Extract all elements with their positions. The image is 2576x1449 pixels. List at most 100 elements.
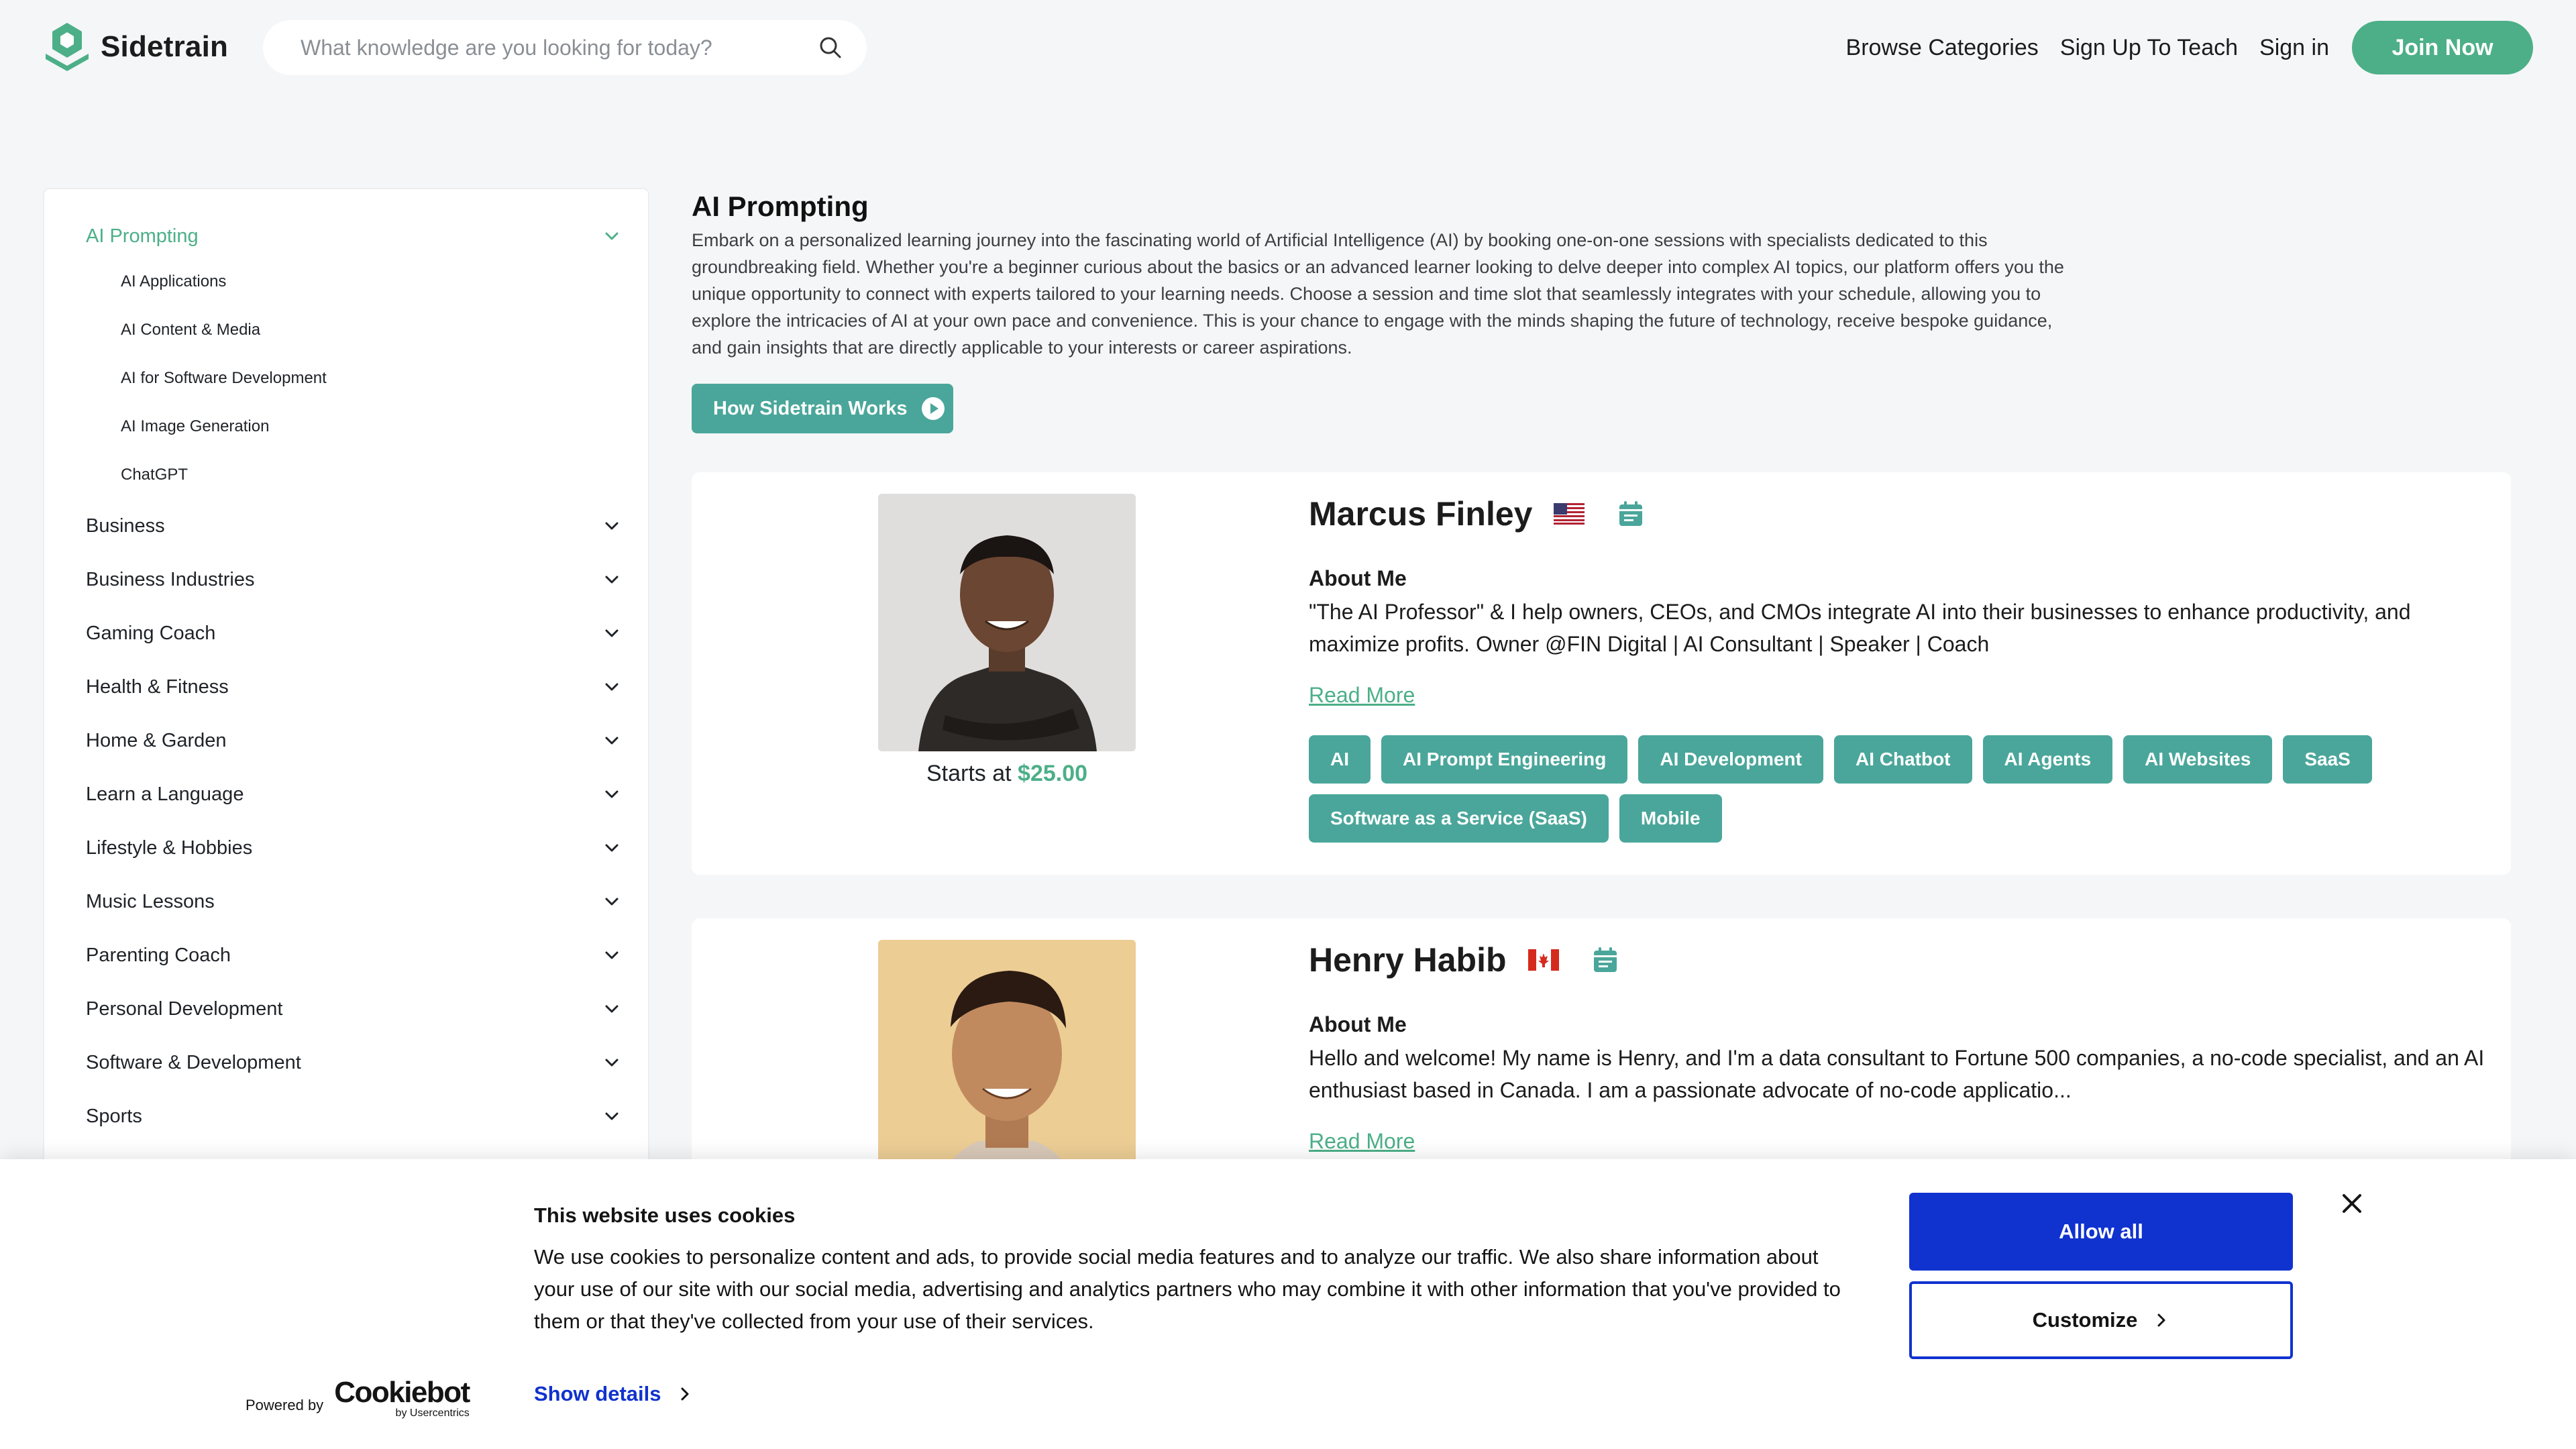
sidebar-item-business[interactable]: Business (86, 506, 621, 546)
read-more-link[interactable]: Read More (1309, 1129, 1415, 1154)
tutor-name[interactable]: Marcus Finley (1309, 494, 1532, 533)
tag-software-as-a-service[interactable]: Software as a Service (SaaS) (1309, 794, 1609, 843)
sidebar-item-home-garden[interactable]: Home & Garden (86, 720, 621, 761)
calendar-icon[interactable] (1618, 500, 1644, 527)
tag-ai[interactable]: AI (1309, 735, 1371, 784)
sidebar-item-label: Business Industries (86, 568, 255, 590)
sidebar-item-sports[interactable]: Sports (86, 1096, 621, 1136)
sidebar-item-label: Personal Development (86, 998, 283, 1020)
category-description: Embark on a personalized learning journe… (692, 230, 2064, 358)
chevron-down-icon[interactable] (602, 731, 621, 750)
join-now-button[interactable]: Join Now (2352, 21, 2533, 74)
sidebar-item-personal-development[interactable]: Personal Development (86, 989, 621, 1029)
about-me-text: Hello and welcome! My name is Henry, and… (1309, 1046, 2485, 1102)
tutor-name-row: Henry Habib (1309, 938, 1618, 981)
sidebar-item-software-development[interactable]: Software & Development (86, 1042, 621, 1083)
tag-ai-agents[interactable]: AI Agents (1982, 735, 2113, 784)
sidebar-subitem-chatgpt[interactable]: ChatGPT (121, 462, 188, 488)
sidebar-item-lifestyle-hobbies[interactable]: Lifestyle & Hobbies (86, 828, 621, 868)
calendar-icon[interactable] (1593, 947, 1618, 973)
tutor-card[interactable]: Starts at $25.00 Marcus Finley About Me … (692, 472, 2511, 875)
top-nav: Browse Categories Sign Up To Teach Sign … (1825, 21, 2533, 74)
tag-ai-chatbot[interactable]: AI Chatbot (1833, 735, 1972, 784)
sidebar-item-ai-prompting[interactable]: AI Prompting (86, 216, 621, 256)
chevron-down-icon[interactable] (602, 570, 621, 589)
cookiebot-wordmark: Cookiebot (334, 1376, 470, 1409)
customize-label: Customize (2032, 1308, 2138, 1332)
brand-logo[interactable]: Sidetrain (43, 20, 228, 74)
site-header: Sidetrain Browse Categories Sign Up To T… (0, 0, 2576, 101)
tutor-avatar[interactable] (878, 494, 1136, 751)
chevron-down-icon[interactable] (602, 1000, 621, 1018)
price-prefix: Starts at (926, 761, 1012, 786)
tag-ai-prompt-engineering[interactable]: AI Prompt Engineering (1381, 735, 1628, 784)
sidebar-item-label: Software & Development (86, 1051, 301, 1073)
sidebar-item-label: Parenting Coach (86, 944, 231, 966)
cookie-banner-title: This website uses cookies (534, 1203, 796, 1227)
search-input[interactable] (301, 35, 817, 60)
how-sidetrain-works-button[interactable]: How Sidetrain Works (692, 384, 953, 433)
tutor-name[interactable]: Henry Habib (1309, 941, 1507, 979)
read-more-link[interactable]: Read More (1309, 683, 1415, 708)
show-details-link[interactable]: Show details (534, 1382, 693, 1406)
search-icon[interactable] (817, 34, 844, 61)
sign-in-link[interactable]: Sign in (2259, 35, 2329, 61)
chevron-down-icon[interactable] (602, 517, 621, 535)
tag-saas[interactable]: SaaS (2283, 735, 2372, 784)
chevron-down-icon[interactable] (602, 839, 621, 857)
sidebar-item-label: Lifestyle & Hobbies (86, 837, 253, 859)
sidebar-item-health-fitness[interactable]: Health & Fitness (86, 667, 621, 707)
sidebar-item-label: Sports (86, 1105, 142, 1127)
sidebar-subitem-ai-software-development[interactable]: AI for Software Development (121, 365, 327, 392)
about-me-text: "The AI Professor" & I help owners, CEOs… (1309, 600, 2411, 656)
customize-button[interactable]: Customize (1909, 1281, 2293, 1359)
chevron-down-icon[interactable] (602, 678, 621, 696)
close-icon[interactable] (2339, 1190, 2365, 1217)
sidebar-item-parenting-coach[interactable]: Parenting Coach (86, 935, 621, 975)
sidebar-subitem-ai-applications[interactable]: AI Applications (121, 268, 226, 295)
price-label: Starts at $25.00 (878, 761, 1136, 787)
chevron-down-icon[interactable] (602, 227, 621, 246)
chevron-down-icon[interactable] (602, 624, 621, 643)
chevron-down-icon[interactable] (602, 785, 621, 804)
cookie-consent-banner: This website uses cookies We use cookies… (0, 1159, 2576, 1449)
browse-categories-link[interactable]: Browse Categories (1846, 35, 2039, 61)
sidebar-item-label: Music Lessons (86, 890, 215, 912)
sidebar-subitem-ai-image-generation[interactable]: AI Image Generation (121, 413, 269, 440)
search-bar (263, 20, 867, 75)
chevron-down-icon[interactable] (602, 892, 621, 911)
sidebar-item-label: Business (86, 515, 165, 537)
tag-ai-websites[interactable]: AI Websites (2123, 735, 2273, 784)
sidetrain-logo-icon (46, 23, 89, 71)
sign-up-to-teach-link[interactable]: Sign Up To Teach (2060, 35, 2238, 61)
sidebar-item-learn-a-language[interactable]: Learn a Language (86, 774, 621, 814)
cookiebot-attribution[interactable]: Powered by Cookiebot by Usercentrics (246, 1378, 470, 1419)
allow-all-button[interactable]: Allow all (1909, 1193, 2293, 1271)
page-title: AI Prompting (692, 191, 869, 222)
sidebar-subitem-ai-content-media[interactable]: AI Content & Media (121, 317, 260, 343)
price-amount: $25.00 (1018, 761, 1088, 786)
chevron-down-icon[interactable] (602, 1107, 621, 1126)
sidebar-item-business-industries[interactable]: Business Industries (86, 559, 621, 600)
us-flag-icon (1554, 503, 1585, 525)
sidebar-item-gaming-coach[interactable]: Gaming Coach (86, 613, 621, 653)
tag-ai-development[interactable]: AI Development (1638, 735, 1823, 784)
tutor-tags: AI AI Prompt Engineering AI Development … (1309, 735, 2489, 843)
powered-by-label: Powered by (246, 1397, 324, 1413)
play-icon (921, 397, 945, 420)
cookiebot-logo: Cookiebot by Usercentrics (334, 1378, 470, 1419)
sidebar-item-music-lessons[interactable]: Music Lessons (86, 881, 621, 922)
how-sidetrain-works-label: How Sidetrain Works (713, 397, 908, 419)
chevron-right-icon (681, 1387, 689, 1401)
about-me-heading: About Me (1309, 1012, 1407, 1036)
about-me-heading: About Me (1309, 566, 1407, 590)
cookie-banner-text: We use cookies to personalize content an… (534, 1245, 1841, 1333)
chevron-down-icon[interactable] (602, 1053, 621, 1072)
tutor-name-row: Marcus Finley (1309, 492, 1644, 535)
tag-mobile[interactable]: Mobile (1619, 794, 1722, 843)
chevron-right-icon (2157, 1313, 2165, 1327)
cookiebot-submark: by Usercentrics (395, 1407, 470, 1419)
chevron-down-icon[interactable] (602, 946, 621, 965)
sidebar-item-label: Health & Fitness (86, 676, 229, 698)
canada-flag-icon (1527, 949, 1559, 971)
